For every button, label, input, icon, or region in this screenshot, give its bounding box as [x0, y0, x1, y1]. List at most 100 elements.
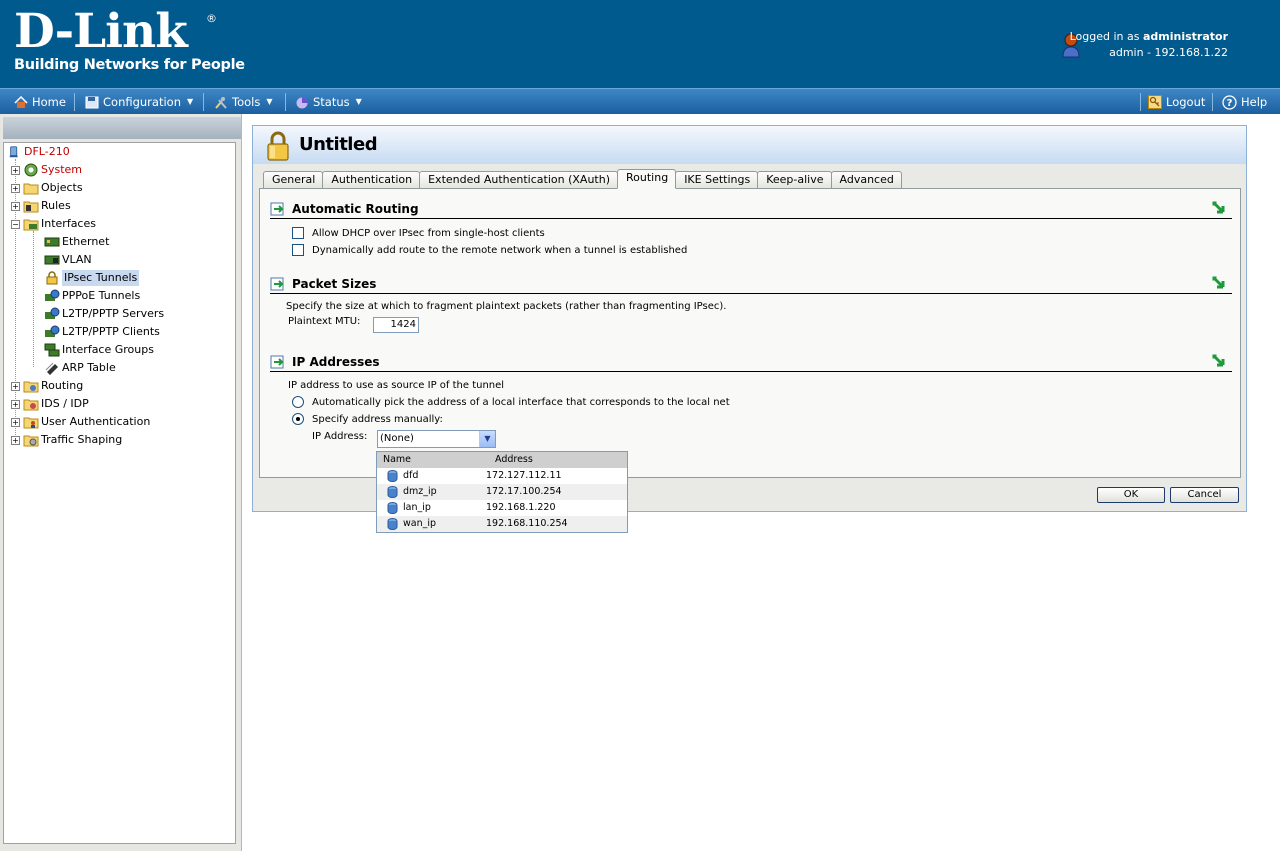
tree-item-ipsec-tunnels[interactable]: IPsec Tunnels	[44, 270, 140, 286]
help-label: Help	[1241, 95, 1268, 109]
help-icon: ?	[1222, 94, 1237, 110]
menu-status[interactable]: Status ▼	[295, 89, 362, 115]
tab-general[interactable]: General	[263, 171, 324, 189]
ip-description: IP address to use as source IP of the tu…	[288, 380, 505, 391]
ip-object-icon	[387, 470, 398, 482]
ip-address-select[interactable]: (None) ▼	[377, 430, 496, 448]
tree-item-rules[interactable]: + Rules	[11, 198, 71, 214]
tab-routing[interactable]: Routing	[617, 169, 677, 189]
tree-item-user-authentication[interactable]: + User Authentication	[11, 414, 150, 430]
tab-keep-alive[interactable]: Keep-alive	[757, 171, 832, 189]
tree-item-label: Rules	[41, 199, 71, 212]
tree-item-label: IDS / IDP	[41, 397, 89, 410]
tab-advanced[interactable]: Advanced	[830, 171, 902, 189]
menu-tools[interactable]: Tools ▼	[214, 89, 273, 115]
routing-folder-icon	[23, 381, 39, 393]
collapse-icon[interactable]: −	[11, 219, 20, 229]
tools-icon	[215, 96, 227, 109]
session-info: admin - 192.168.1.22	[1109, 46, 1228, 59]
tree-item-routing[interactable]: + Routing	[11, 378, 83, 394]
expand-icon[interactable]: +	[11, 201, 20, 211]
chevron-down-icon: ▼	[355, 97, 362, 106]
traffic-folder-icon	[23, 435, 39, 447]
option-name: wan_ip	[403, 518, 437, 529]
chevron-down-icon[interactable]: ▼	[479, 431, 495, 447]
dropdown-option-wan-ip[interactable]: wan_ip 192.168.110.254	[377, 516, 627, 532]
vlan-icon	[44, 255, 60, 265]
tree-item-objects[interactable]: + Objects	[11, 180, 83, 196]
section-title: IP Addresses	[292, 355, 380, 369]
ok-button[interactable]: OK	[1097, 487, 1165, 503]
reset-icon[interactable]	[1212, 276, 1226, 292]
auto-address-option[interactable]: Automatically pick the address of a loca…	[292, 396, 730, 408]
dropdown-option-dmz-ip[interactable]: dmz_ip 172.17.100.254	[377, 484, 627, 500]
tree-root-dfl-210[interactable]: DFL-210	[8, 144, 70, 160]
expand-icon[interactable]: +	[11, 399, 20, 409]
tree-item-ids-idp[interactable]: + IDS / IDP	[11, 396, 89, 412]
expand-icon[interactable]: +	[11, 165, 20, 175]
dynamic-route-label: Dynamically add route to the remote netw…	[312, 244, 688, 256]
tree-item-label: L2TP/PPTP Clients	[62, 325, 160, 338]
tunnel-icon	[45, 289, 60, 301]
tree-item-label: L2TP/PPTP Servers	[62, 307, 165, 320]
tree-item-l2tp-servers[interactable]: L2TP/PPTP Servers	[44, 306, 164, 322]
tree-root-label: DFL-210	[24, 145, 70, 158]
tree-item-label: Routing	[41, 379, 84, 392]
mtu-label: Plaintext MTU:	[288, 316, 361, 327]
tree-item-interfaces[interactable]: − Interfaces	[11, 216, 96, 232]
option-address: 172.127.112.11	[486, 470, 562, 481]
section-ip-addresses: IP Addresses	[270, 353, 1232, 372]
tree-item-system[interactable]: + System	[11, 162, 82, 178]
tab-authentication[interactable]: Authentication	[322, 171, 421, 189]
server-globe-icon	[45, 307, 60, 319]
tab-xauth[interactable]: Extended Authentication (XAuth)	[419, 171, 618, 189]
allow-dhcp-option[interactable]: Allow DHCP over IPsec from single-host c…	[292, 227, 545, 239]
ip-address-label: IP Address:	[312, 431, 368, 442]
plaintext-mtu-input[interactable]: 1424	[373, 317, 419, 333]
tree-item-interface-groups[interactable]: Interface Groups	[44, 342, 154, 358]
tree-item-l2tp-clients[interactable]: L2TP/PPTP Clients	[44, 324, 160, 340]
tree-item-arp-table[interactable]: ARP Table	[44, 360, 116, 376]
tree-item-pppoe-tunnels[interactable]: PPPoE Tunnels	[44, 288, 140, 304]
cancel-button[interactable]: Cancel	[1170, 487, 1239, 503]
expand-icon[interactable]: +	[11, 183, 20, 193]
tab-ike-settings[interactable]: IKE Settings	[675, 171, 759, 189]
help-button[interactable]: ? Help	[1222, 89, 1267, 115]
tree-item-label: Interface Groups	[62, 343, 154, 356]
user-auth-folder-icon	[23, 417, 39, 429]
option-address: 192.168.1.220	[486, 502, 556, 513]
rules-folder-icon	[23, 201, 39, 213]
dynamic-route-option[interactable]: Dynamically add route to the remote netw…	[292, 244, 687, 256]
tree-item-vlan[interactable]: VLAN	[44, 252, 92, 268]
reset-icon[interactable]	[1212, 201, 1226, 217]
packet-sizes-description: Specify the size at which to fragment pl…	[286, 301, 727, 312]
allow-dhcp-checkbox[interactable]	[292, 227, 304, 239]
option-address: 192.168.110.254	[486, 518, 568, 529]
menu-configuration[interactable]: Configuration ▼	[85, 89, 193, 115]
panel-title-bar: Untitled	[253, 126, 1246, 164]
expand-icon[interactable]: +	[11, 381, 20, 391]
tree-item-ethernet[interactable]: Ethernet	[44, 234, 109, 250]
dynamic-route-checkbox[interactable]	[292, 244, 304, 256]
section-title: Automatic Routing	[292, 202, 419, 216]
reset-icon[interactable]	[1212, 354, 1226, 370]
manual-address-radio[interactable]	[292, 413, 304, 425]
auto-address-radio[interactable]	[292, 396, 304, 408]
logout-button[interactable]: Logout	[1148, 89, 1205, 115]
expand-icon[interactable]: +	[11, 417, 20, 427]
dropdown-option-lan-ip[interactable]: lan_ip 192.168.1.220	[377, 500, 627, 516]
logo-registered: ®	[206, 12, 217, 25]
section-title: Packet Sizes	[292, 277, 377, 291]
ip-address-selected: (None)	[380, 433, 414, 444]
dropdown-option-dfd[interactable]: dfd 172.127.112.11	[377, 468, 627, 484]
expand-icon[interactable]: +	[11, 435, 20, 445]
tree-item-traffic-shaping[interactable]: + Traffic Shaping	[11, 432, 122, 448]
option-address: 172.17.100.254	[486, 486, 562, 497]
manual-address-option[interactable]: Specify address manually:	[292, 413, 443, 425]
section-packet-sizes: Packet Sizes	[270, 275, 1232, 294]
ip-object-icon	[387, 486, 398, 498]
menu-home[interactable]: Home	[14, 89, 66, 115]
floppy-icon	[85, 96, 99, 108]
allow-dhcp-label: Allow DHCP over IPsec from single-host c…	[312, 227, 545, 239]
logo-tagline: Building Networks for People	[14, 57, 245, 73]
